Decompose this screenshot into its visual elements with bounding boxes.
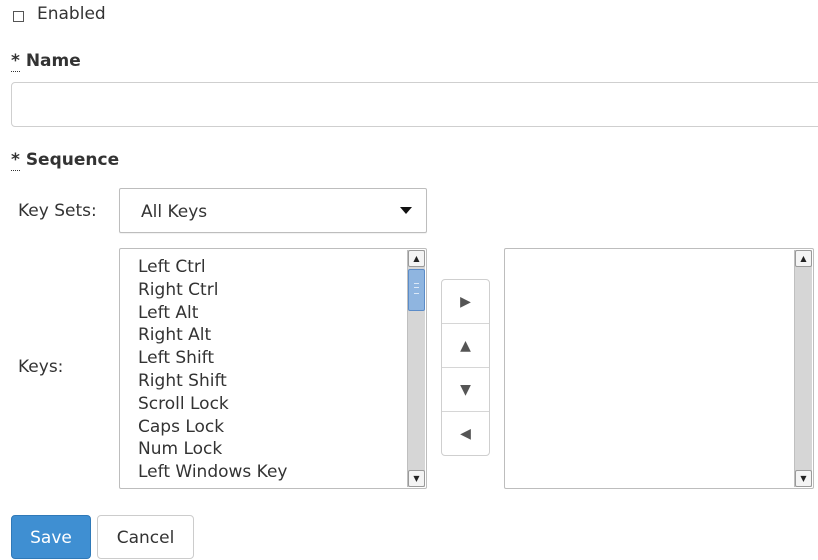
remove-key-button[interactable]: ◀ (442, 412, 489, 456)
key-sets-select[interactable]: All Keys (119, 188, 427, 233)
name-label-text: Name (25, 51, 81, 71)
sequence-label: * Sequence (11, 150, 120, 171)
list-item[interactable]: Caps Lock (138, 416, 288, 439)
scrollbar-thumb[interactable] (408, 269, 425, 311)
scroll-up-arrow-icon[interactable]: ▲ (408, 250, 425, 267)
scroll-down-arrow-icon[interactable]: ▼ (795, 470, 812, 487)
transfer-button-group: ▶ ▲ ▼ ◀ (441, 279, 490, 456)
scroll-down-arrow-icon[interactable]: ▼ (408, 470, 425, 487)
cancel-button[interactable]: Cancel (97, 515, 194, 559)
caret-down-icon (400, 207, 412, 214)
save-button[interactable]: Save (11, 515, 91, 559)
move-down-button[interactable]: ▼ (442, 368, 489, 412)
list-item[interactable]: Scroll Lock (138, 393, 288, 416)
key-sets-selected-value: All Keys (141, 202, 208, 222)
list-item[interactable]: Right Ctrl (138, 279, 288, 302)
available-keys-items: Left Ctrl Right Ctrl Left Alt Right Alt … (138, 256, 288, 484)
available-keys-scrollbar[interactable]: ▲ ▼ (407, 250, 425, 487)
available-keys-list[interactable]: Left Ctrl Right Ctrl Left Alt Right Alt … (119, 248, 427, 489)
enabled-label: Enabled (37, 4, 106, 24)
required-marker: * (11, 51, 20, 72)
list-item[interactable]: Left Alt (138, 302, 288, 325)
triangle-left-icon: ◀ (460, 426, 471, 442)
name-input[interactable] (11, 82, 818, 127)
triangle-up-icon: ▲ (460, 338, 471, 354)
scroll-up-arrow-icon[interactable]: ▲ (795, 250, 812, 267)
name-label: * Name (11, 51, 81, 72)
list-item[interactable]: Left Windows Key (138, 461, 288, 484)
triangle-down-icon: ▼ (460, 382, 471, 398)
add-key-button[interactable]: ▶ (442, 280, 489, 324)
list-item[interactable]: Right Shift (138, 370, 288, 393)
required-marker: * (11, 150, 20, 171)
selected-keys-list[interactable]: ▲ ▼ (504, 248, 814, 489)
key-sets-label: Key Sets: (18, 201, 97, 221)
keys-label: Keys: (18, 357, 64, 377)
enabled-checkbox[interactable] (13, 11, 24, 22)
list-item[interactable]: Right Alt (138, 324, 288, 347)
move-up-button[interactable]: ▲ (442, 324, 489, 368)
sequence-label-text: Sequence (25, 150, 120, 170)
list-item[interactable]: Num Lock (138, 438, 288, 461)
list-item[interactable]: Left Ctrl (138, 256, 288, 279)
selected-keys-scrollbar[interactable]: ▲ ▼ (794, 250, 812, 487)
triangle-right-icon: ▶ (460, 294, 471, 310)
list-item[interactable]: Left Shift (138, 347, 288, 370)
